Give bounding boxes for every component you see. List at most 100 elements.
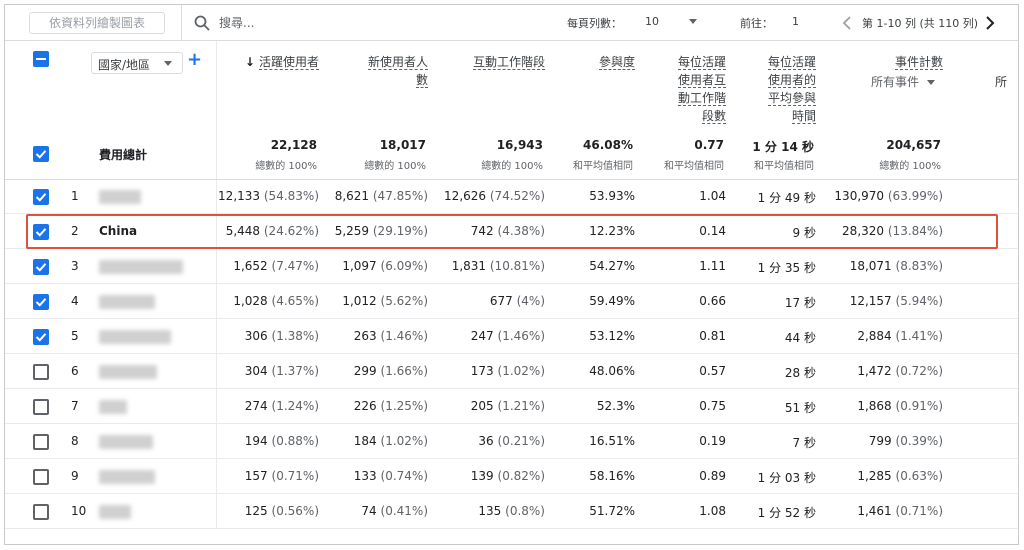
row-checkbox[interactable] [33, 469, 49, 485]
column-header-text: 每位活躍 [677, 55, 726, 70]
row-index: 9 [71, 469, 79, 483]
cell-percent: (0.56%) [271, 504, 319, 518]
cell-value: 157 [244, 469, 268, 483]
cell-value: 9 秒 [792, 226, 816, 240]
total-compare-6: 和平均值相同 [754, 161, 814, 172]
row-cell-3: 36 (0.21%) [478, 434, 545, 448]
row-index: 2 [71, 224, 79, 238]
row-cell-5: 0.14 [699, 224, 726, 238]
column-header-5[interactable]: 每位活躍 使用者互 動工作階 段數 [646, 53, 726, 125]
row-cell-4: 53.93% [589, 189, 635, 203]
table-row[interactable]: 7 274 (1.24%) 226 (1.25%) 205 (1.21%) 52.3% 0… [5, 389, 1018, 424]
total-compare-4: 和平均值相同 [573, 161, 633, 172]
table-row[interactable]: 4 1,028 (4.65%) 1,012 (5.62%) 677 (4%) 59.49… [5, 284, 1018, 319]
table-row[interactable]: 2 China 5,448 (24.62%) 5,259 (29.19%) 742 (4… [5, 214, 1018, 249]
cell-percent: (1.02%) [380, 434, 428, 448]
column-header-2[interactable]: 新使用者人數 [328, 53, 428, 89]
column-header-3[interactable]: 互動工作階段 [435, 53, 545, 71]
cell-value: 304 [244, 364, 268, 378]
total-compare-5: 和平均值相同 [664, 161, 724, 172]
row-cell-6: 44 秒 [785, 329, 816, 346]
row-index: 8 [71, 434, 79, 448]
clipped-column-header: 所 [995, 75, 1008, 89]
table-row[interactable]: 8 194 (0.88%) 184 (1.02%) 36 (0.21%) 16.51% 0… [5, 424, 1018, 459]
column-header-7[interactable]: 事件計數 [843, 53, 943, 71]
cell-value: 51.72% [589, 504, 635, 518]
cell-value: 1,472 [857, 364, 892, 378]
column-header-6[interactable]: 每位活躍 使用者的 平均參與 時間 [736, 53, 816, 125]
row-index: 3 [71, 259, 79, 273]
total-value-5: 0.77 [694, 138, 724, 152]
cell-value: 74 [361, 504, 377, 518]
total-value-1: 22,128 [270, 138, 317, 152]
row-index: 10 [71, 504, 87, 518]
row-checkbox[interactable] [33, 504, 49, 520]
row-cell-6: 1 分 03 秒 [758, 469, 816, 486]
goto-page-input[interactable]: 1 [792, 15, 799, 28]
row-cell-1: 1,028 (4.65%) [233, 294, 319, 308]
cell-value: 306 [244, 329, 268, 343]
row-cell-6: 17 秒 [785, 294, 816, 311]
plot-rows-button[interactable]: 依資料列繪製圖表 [29, 12, 165, 34]
column-header-text: 參與度 [598, 55, 635, 70]
dimension-select[interactable]: 國家/地區 [91, 52, 183, 74]
total-compare-7: 總數的 100% [879, 161, 941, 172]
chevron-right-icon[interactable] [983, 13, 997, 33]
cell-percent: (0.72%) [895, 364, 943, 378]
cell-percent: (47.85%) [372, 189, 428, 203]
cell-value: 48.06% [589, 364, 635, 378]
cell-value: 1 分 49 秒 [757, 191, 816, 205]
row-checkbox[interactable] [33, 189, 49, 205]
row-checkbox[interactable] [33, 294, 49, 310]
cell-percent: (0.39%) [895, 434, 943, 448]
cell-percent: (0.21%) [497, 434, 545, 448]
cell-value: 2,884 [857, 329, 892, 343]
redacted-country [99, 365, 157, 379]
cell-value: 59.49% [589, 294, 635, 308]
cell-percent: (0.63%) [895, 469, 943, 483]
row-index: 7 [71, 399, 79, 413]
cell-percent: (1.21%) [497, 399, 545, 413]
redacted-country [99, 435, 153, 449]
column-header-text: 數 [415, 73, 428, 88]
row-checkbox[interactable] [33, 224, 49, 240]
chevron-left-icon[interactable] [840, 13, 854, 33]
add-dimension-button[interactable]: + [187, 50, 202, 70]
cell-value: 1.11 [699, 259, 726, 273]
row-cell-2: 133 (0.74%) [354, 469, 428, 483]
row-checkbox[interactable] [33, 259, 49, 275]
row-country: China [99, 224, 138, 238]
cell-value: 1,831 [451, 259, 487, 273]
cell-percent: (0.88%) [271, 434, 319, 448]
table-row[interactable]: 6 304 (1.37%) 299 (1.66%) 173 (1.02%) 48.06%… [5, 354, 1018, 389]
table-row[interactable]: 1 12,133 (54.83%) 8,621 (47.85%) 12,626 (74… [5, 179, 1018, 214]
table-row[interactable]: 9 157 (0.71%) 133 (0.74%) 139 (0.82%) 58.16%… [5, 459, 1018, 494]
cell-value: 677 [489, 294, 513, 308]
row-cell-5: 1.04 [699, 189, 726, 203]
row-checkbox[interactable] [33, 329, 49, 345]
table-row[interactable]: 5 306 (1.38%) 263 (1.46%) 247 (1.46%) 53.12%… [5, 319, 1018, 354]
table-row[interactable]: 3 1,652 (7.47%) 1,097 (6.09%) 1,831 (10.81%… [5, 249, 1018, 284]
row-checkbox[interactable] [33, 364, 49, 380]
table-row[interactable]: 10 125 (0.56%) 74 (0.41%) 135 (0.8%) 51.72% 1… [5, 494, 1018, 529]
rows-per-page-select[interactable]: 10 [645, 15, 705, 33]
column-header-text: 事件計數 [894, 55, 943, 70]
totals-checkbox[interactable] [33, 146, 49, 162]
cell-value: 1,097 [342, 259, 377, 273]
column-header-1[interactable]: ↓ 活躍使用者 [209, 53, 319, 71]
select-all-checkbox[interactable] [33, 51, 49, 67]
search-input[interactable] [219, 13, 419, 33]
row-cell-6: 9 秒 [793, 224, 816, 241]
row-checkbox[interactable] [33, 399, 49, 415]
row-cell-3: 139 (0.82%) [471, 469, 545, 483]
row-index: 5 [71, 329, 79, 343]
row-cell-1: 12,133 (54.83%) [218, 189, 319, 203]
event-filter-select[interactable]: 所有事件 [871, 73, 936, 90]
cell-value: 1 分 03 秒 [757, 471, 816, 485]
goto-label: 前往： [740, 17, 773, 30]
column-header-4[interactable]: 參與度 [555, 53, 635, 71]
cell-value: 226 [353, 399, 377, 413]
cell-percent: (29.19%) [372, 224, 428, 238]
row-checkbox[interactable] [33, 434, 49, 450]
cell-value: 184 [353, 434, 377, 448]
